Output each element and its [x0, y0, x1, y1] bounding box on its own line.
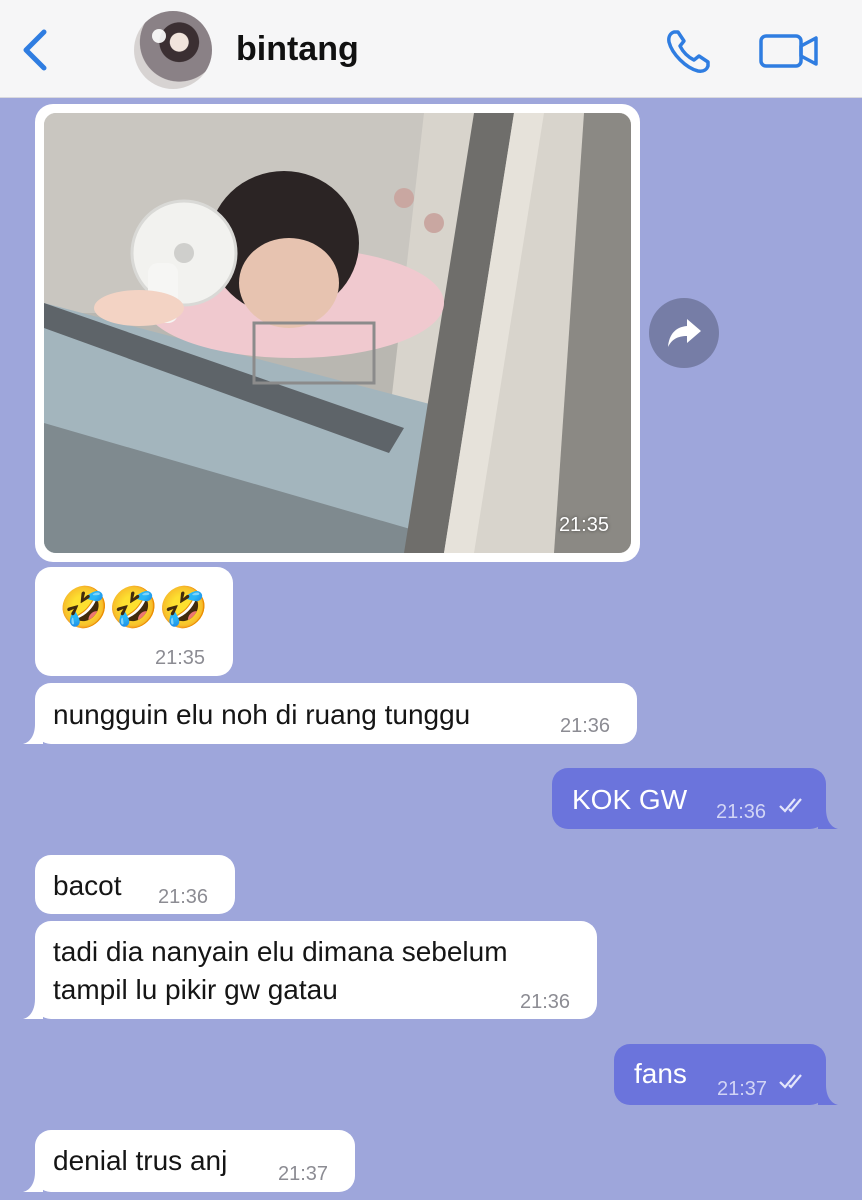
message-text: nungguin elu noh di ruang tunggu — [53, 699, 471, 730]
image-message[interactable]: 21:35 — [35, 104, 640, 562]
bubble-tail — [23, 1172, 43, 1192]
message-time: 21:37 — [278, 1163, 329, 1185]
bubble-tail — [818, 1085, 838, 1105]
message-bubble-incoming[interactable]: 🤣🤣🤣 21:35 — [35, 567, 233, 676]
message-time: 21:35 — [558, 514, 609, 536]
read-check-icon — [779, 1074, 802, 1089]
message-bubble-outgoing[interactable]: fans 21:37 — [614, 1044, 838, 1105]
avatar[interactable] — [134, 11, 212, 89]
message-time: 21:36 — [560, 715, 611, 737]
message-text: denial trus anj — [53, 1145, 228, 1176]
message-text-line: tampil lu pikir gw gatau — [53, 974, 338, 1005]
message-text: bacot — [53, 870, 122, 901]
bubble-tail — [23, 999, 43, 1019]
message-text: 🤣🤣🤣 — [59, 586, 209, 630]
read-check-icon — [779, 798, 802, 813]
video-camera-icon[interactable] — [758, 30, 820, 72]
bubble-tail — [23, 724, 43, 744]
message-time: 21:35 — [155, 647, 206, 669]
photo[interactable]: 21:35 — [44, 113, 631, 553]
contact-name[interactable]: bintang — [236, 30, 359, 69]
chat-header: bintang — [0, 0, 862, 98]
message-text: fans — [634, 1058, 687, 1089]
message-time: 21:36 — [716, 801, 767, 823]
bubble-tail — [818, 809, 838, 829]
message-bubble-incoming[interactable]: nungguin elu noh di ruang tunggu 21:36 — [23, 683, 637, 744]
message-bubble-incoming[interactable]: bacot 21:36 — [35, 855, 235, 914]
message-bubble-incoming[interactable]: tadi dia nanyain elu dimana sebelum tamp… — [23, 921, 597, 1019]
message-time: 21:36 — [520, 991, 571, 1013]
message-time: 21:37 — [717, 1078, 768, 1100]
photo-illustration — [44, 113, 631, 553]
message-text-line: tadi dia nanyain elu dimana sebelum — [53, 936, 508, 967]
forward-button[interactable] — [649, 298, 719, 368]
chevron-left-icon[interactable] — [18, 26, 54, 74]
phone-icon[interactable] — [664, 26, 714, 76]
message-bubble-outgoing[interactable]: KOK GW 21:36 — [552, 768, 838, 829]
message-bubble-incoming[interactable]: denial trus anj 21:37 — [23, 1130, 355, 1192]
message-time: 21:36 — [158, 886, 209, 908]
message-text: KOK GW — [572, 784, 688, 815]
forward-icon — [668, 319, 701, 347]
